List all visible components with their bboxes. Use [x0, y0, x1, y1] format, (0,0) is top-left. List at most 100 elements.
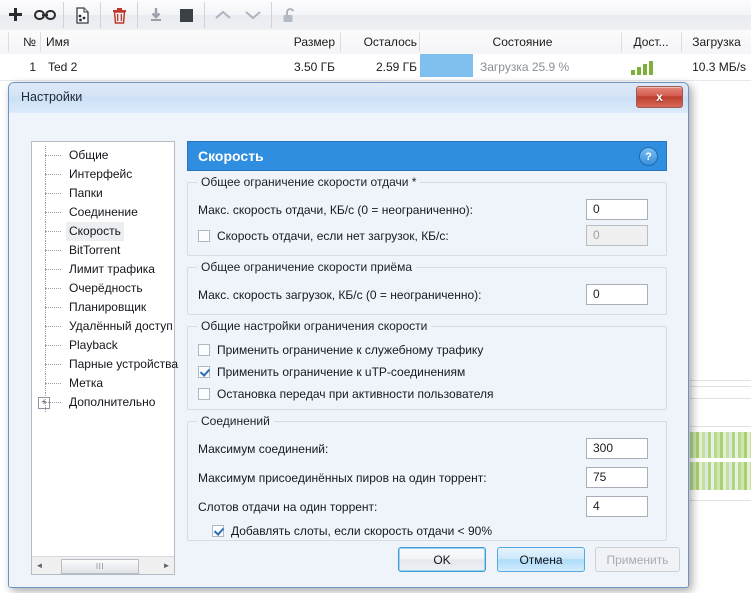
- tree-connector: [45, 307, 61, 309]
- tree-connector: [45, 174, 61, 176]
- pane-header: Скорость ?: [187, 141, 667, 171]
- max-connections-row: Максимум соединений: 300: [198, 436, 656, 462]
- max-download-row: Макс. скорость загрузок, КБ/с (0 = неогр…: [198, 282, 656, 308]
- sidebar-item-label: Метка: [69, 376, 104, 390]
- alt-upload-row: Скорость отдачи, если нет загрузок, КБ/с…: [198, 223, 656, 249]
- tree-connector: [45, 212, 61, 214]
- toolbar-separator: [271, 2, 272, 28]
- sidebar-item-0[interactable]: Общие: [32, 146, 174, 165]
- sidebar-item-label: Очерёдность: [69, 281, 143, 295]
- tree-connector: [45, 231, 61, 233]
- sidebar-item-label: Дополнительно: [69, 395, 156, 409]
- group-download-limit-title: Общее ограничение скорости приёма: [197, 260, 417, 274]
- progress-bar-fill: [420, 54, 473, 77]
- alt-upload-input[interactable]: 0: [586, 225, 648, 246]
- column-header-availability[interactable]: Дост...: [622, 30, 680, 54]
- column-header-left[interactable]: Осталось: [345, 30, 417, 54]
- row-state-text: Загрузка 25.9 %: [480, 60, 570, 74]
- create-torrent-icon[interactable]: [67, 1, 97, 29]
- row-num: 1: [29, 60, 36, 74]
- common-checkbox-2[interactable]: [198, 388, 210, 400]
- progress-bar: [420, 54, 473, 77]
- tree-connector: [45, 326, 61, 328]
- availability-bars: [631, 60, 657, 75]
- sidebar-item-3[interactable]: Соединение: [32, 203, 174, 222]
- sidebar-item-1[interactable]: Интерфейс: [32, 165, 174, 184]
- column-header-name[interactable]: Имя: [46, 30, 246, 54]
- column-header-size[interactable]: Размер: [270, 30, 335, 54]
- sidebar-item-7[interactable]: Очерёдность: [32, 279, 174, 298]
- common-checkbox-1[interactable]: [198, 366, 210, 378]
- max-download-label: Макс. скорость загрузок, КБ/с (0 = неогр…: [198, 288, 482, 302]
- sidebar-item-4[interactable]: Скорость: [32, 222, 174, 241]
- max-peers-input[interactable]: 75: [586, 467, 648, 488]
- move-up-icon[interactable]: [208, 1, 238, 29]
- max-peers-row: Максимум присоединённых пиров на один то…: [198, 465, 656, 491]
- auto-slots-checkbox[interactable]: [212, 525, 224, 537]
- dialog-title: Настройки: [21, 90, 83, 104]
- upload-slots-label: Слотов отдачи на один торрент:: [198, 500, 378, 514]
- apply-button[interactable]: Применить: [595, 547, 680, 572]
- sidebar-item-5[interactable]: BitTorrent: [32, 241, 174, 260]
- add-url-icon[interactable]: [30, 1, 60, 29]
- sidebar-item-11[interactable]: Парные устройства: [32, 355, 178, 374]
- column-header-state[interactable]: Состояние: [425, 30, 620, 54]
- tree-connector: [45, 250, 61, 252]
- common-checkbox-label-2: Остановка передач при активности пользов…: [217, 387, 494, 401]
- dialog-body: Общие Интерфейс Папки Соединение Скорость Bit…: [9, 113, 688, 587]
- toolbar-separator: [63, 2, 64, 28]
- sidebar-item-label: Скорость: [66, 222, 124, 241]
- help-icon[interactable]: ?: [639, 147, 658, 166]
- sidebar-item-12[interactable]: Метка: [32, 374, 174, 393]
- screen-root: № Имя Размер Осталось Состояние Дост... …: [0, 0, 751, 593]
- row-size: 3.50 ГБ: [293, 60, 335, 74]
- sidebar-item-label: Интерфейс: [69, 167, 133, 181]
- alt-upload-checkbox[interactable]: [198, 230, 210, 242]
- toolbar-separator: [137, 2, 138, 28]
- sidebar-item-label: Соединение: [69, 205, 138, 219]
- piece-map-band-1: [690, 432, 751, 458]
- toolbar-separator: [204, 2, 205, 28]
- toolbar-separator: [100, 2, 101, 28]
- unlock-icon[interactable]: [275, 1, 305, 29]
- tree-connector: [45, 402, 61, 404]
- cancel-button[interactable]: Отмена: [497, 547, 585, 572]
- close-icon[interactable]: x: [636, 86, 683, 108]
- ok-button[interactable]: OK: [398, 547, 486, 572]
- delete-icon[interactable]: [104, 1, 134, 29]
- dialog-titlebar[interactable]: Настройки x: [9, 83, 688, 114]
- tree-connector: [45, 155, 61, 157]
- sidebar-item-label: Удалённый доступ: [69, 319, 173, 333]
- page-title: Скорость: [198, 148, 264, 164]
- move-down-icon[interactable]: [238, 1, 268, 29]
- start-icon[interactable]: [141, 1, 171, 29]
- sidebar-item-2[interactable]: Папки: [32, 184, 174, 203]
- max-connections-input[interactable]: 300: [586, 438, 648, 459]
- settings-dialog: Настройки x Общие Интерфейс Папки Соединени…: [8, 82, 689, 588]
- max-download-input[interactable]: 0: [586, 284, 648, 305]
- piece-map-band-2: [690, 462, 751, 490]
- sidebar-item-10[interactable]: Playback: [32, 336, 174, 355]
- sidebar-item-6[interactable]: Лимит трафика: [32, 260, 174, 279]
- sidebar-item-label: BitTorrent: [69, 243, 121, 257]
- sidebar-item-9[interactable]: Удалённый доступ: [32, 317, 174, 336]
- upload-slots-input[interactable]: 4: [586, 496, 648, 517]
- common-checkbox-0[interactable]: [198, 344, 210, 356]
- sidebar-item-8[interactable]: Планировщик: [32, 298, 174, 317]
- row-name: Ted 2: [48, 60, 78, 74]
- group-upload-limit-title: Общее ограничение скорости отдачи *: [197, 175, 421, 189]
- add-torrent-icon[interactable]: [0, 1, 30, 29]
- auto-slots-label: Добавлять слоты, если скорость отдачи < …: [231, 524, 492, 538]
- column-header-num[interactable]: №: [14, 30, 36, 54]
- sidebar-item-label: Папки: [69, 186, 103, 200]
- column-header-download[interactable]: Загрузка: [684, 30, 749, 54]
- settings-pane: Скорость ? Общее ограничение скорости от…: [187, 141, 667, 541]
- sidebar-item-label: Playback: [69, 338, 118, 352]
- tree-connector: [45, 269, 61, 271]
- stop-icon[interactable]: [171, 1, 201, 29]
- sidebar-item-13[interactable]: + Дополнительно: [32, 393, 174, 412]
- group-connections: Соединений Максимум соединений: 300 Макс…: [187, 414, 667, 541]
- group-connections-title: Соединений: [197, 414, 274, 428]
- tree-connector: [45, 364, 61, 366]
- max-upload-input[interactable]: 0: [586, 199, 648, 220]
